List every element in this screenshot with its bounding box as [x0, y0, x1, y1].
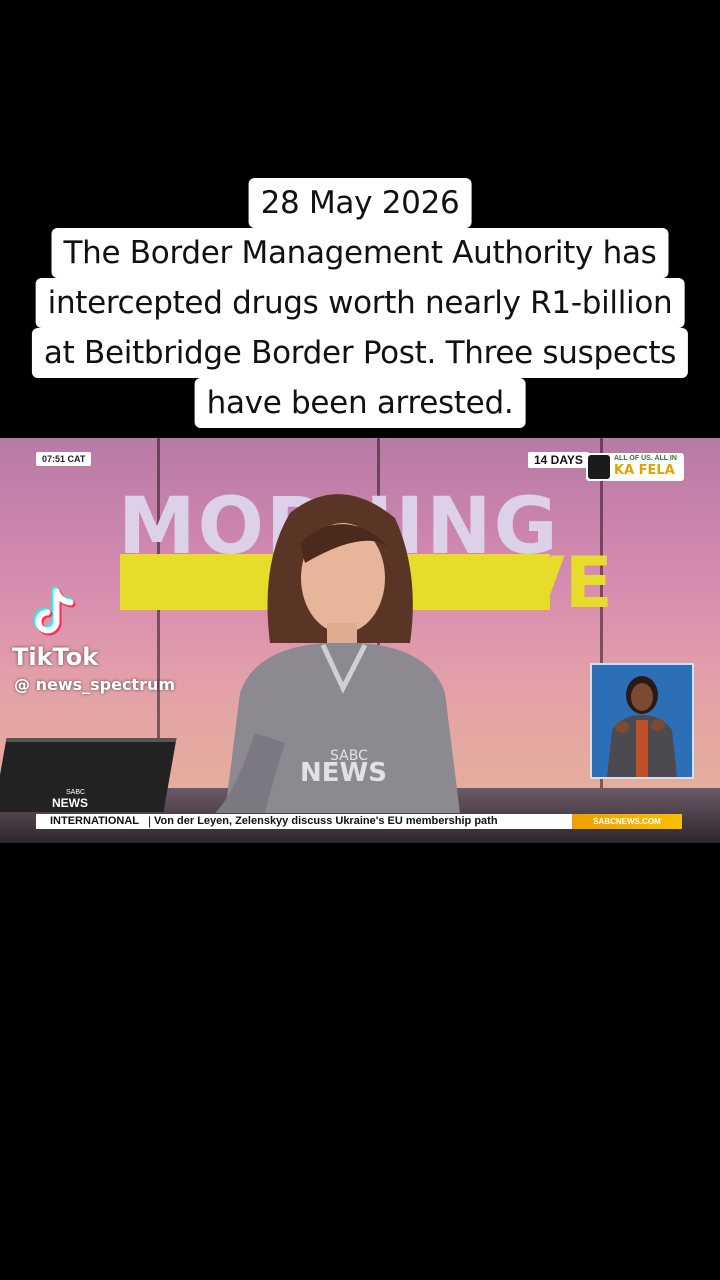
creator-handle[interactable]: @ news_spectrum — [14, 675, 175, 694]
watermark-news: NEWS — [300, 758, 387, 788]
ticker-website: SABCNEWS.COM — [572, 814, 682, 829]
sabc-news-watermark: SABC NEWS — [300, 748, 387, 788]
caption-line-3: at Beitbridge Border Post. Three suspect… — [31, 328, 689, 378]
campaign-emblem-icon — [588, 455, 610, 479]
ticker-separator: | — [148, 814, 152, 828]
sign-language-interpreter-inset — [590, 663, 694, 779]
caption-line-2: intercepted drugs worth nearly R1-billio… — [35, 278, 685, 328]
broadcast-time: 07:51 CAT — [36, 452, 92, 466]
campaign-tagline: ALL OF US. ALL IN — [614, 455, 677, 462]
studio-panel-divider — [600, 438, 603, 843]
tiktok-logo-icon — [33, 586, 76, 636]
logo-news: NEWS — [52, 796, 88, 810]
ticker-category: INTERNATIONAL — [50, 815, 140, 827]
interpreter-figure — [607, 676, 677, 777]
campaign-logo: ALL OF US. ALL IN KA FELA — [586, 453, 684, 481]
caption-line-4: have been arrested. — [194, 378, 526, 428]
laptop — [0, 738, 177, 812]
caption-line-1: The Border Management Authority has — [51, 228, 669, 278]
ticker-headline: Von der Leyen, Zelenskyy discuss Ukraine… — [154, 815, 498, 827]
campaign-name: KA FELA — [614, 463, 675, 478]
tiktok-wordmark: TikTok — [12, 643, 99, 671]
countdown-badge: 14 DAYS — [528, 452, 589, 468]
news-ticker: INTERNATIONAL | Von der Leyen, Zelenskyy… — [36, 814, 682, 829]
caption-date: 28 May 2026 — [248, 178, 472, 228]
sabc-news-logo: SABC NEWS — [52, 788, 88, 810]
video-player[interactable]: MORNING LIVE 07:51 CAT 14 DAYS ALL OF US… — [0, 438, 720, 843]
